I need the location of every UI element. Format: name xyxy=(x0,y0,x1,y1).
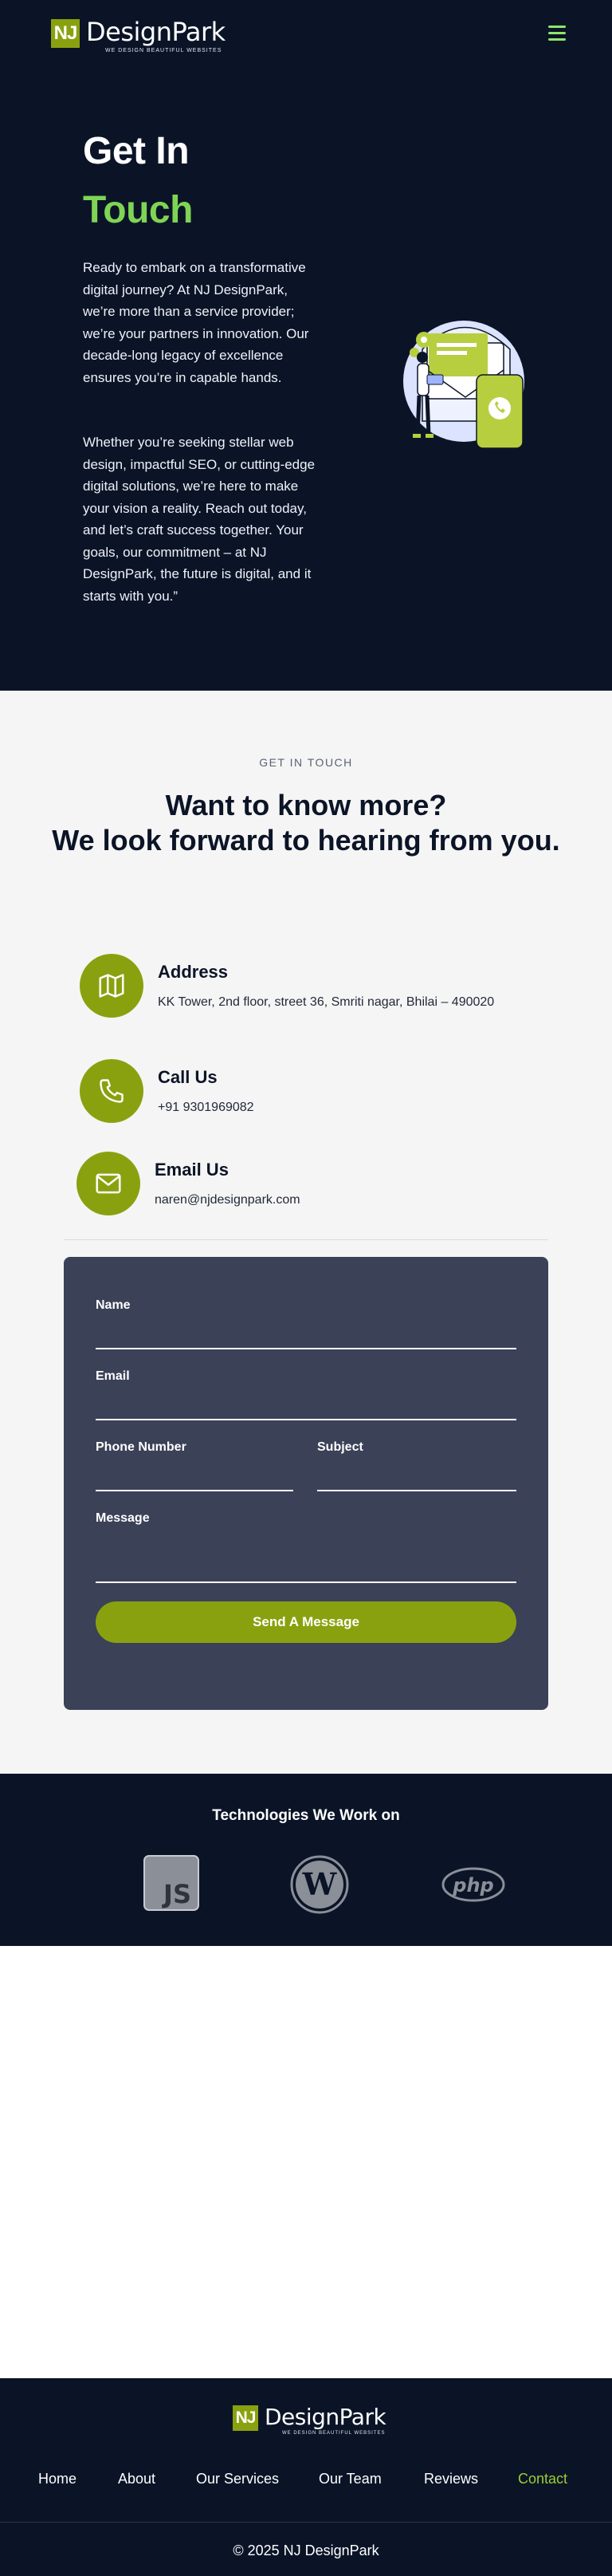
phone-info: Call Us +91 9301969082 xyxy=(80,1059,508,1123)
contact-heading-line2: We look forward to hearing from you. xyxy=(52,824,560,857)
email-label: Email xyxy=(96,1369,130,1383)
contact-section: GET IN TOUCH Want to know more? We look … xyxy=(0,691,612,1774)
hero-title-accent: Touch xyxy=(83,189,193,231)
footer-logo[interactable]: NJ DesignPark WE DESIGN BEAUTIFUL WEBSIT… xyxy=(233,2405,386,2436)
js-icon: JS xyxy=(143,1855,199,1911)
site-logo[interactable]: NJ DesignPark WE DESIGN BEAUTIFUL WEBSIT… xyxy=(51,19,226,54)
address-info: Address KK Tower, 2nd floor, street 36, … xyxy=(80,954,508,1018)
phone-field[interactable]: Phone Number xyxy=(96,1440,293,1491)
footer-nav-about[interactable]: About xyxy=(118,2471,155,2487)
logo-mark: NJ xyxy=(51,19,80,48)
send-message-button[interactable]: Send A Message xyxy=(96,1601,516,1643)
hamburger-menu-icon[interactable] xyxy=(548,26,567,43)
name-label: Name xyxy=(96,1298,131,1312)
email-info: Email Us naren@njdesignpark.com xyxy=(76,1152,505,1215)
logo-tagline: WE DESIGN BEAUTIFUL WEBSITES xyxy=(105,48,222,53)
map-icon xyxy=(80,954,143,1018)
php-icon: php xyxy=(441,1867,505,1902)
svg-text:W: W xyxy=(302,1866,338,1902)
section-eyebrow: GET IN TOUCH xyxy=(259,756,353,769)
phone-icon xyxy=(80,1059,143,1123)
footer-nav-reviews[interactable]: Reviews xyxy=(424,2471,478,2487)
email-link[interactable]: naren@njdesignpark.com xyxy=(155,1190,505,1211)
phone-input[interactable] xyxy=(96,1490,293,1491)
contact-illustration xyxy=(403,321,524,449)
subject-field[interactable]: Subject xyxy=(317,1440,516,1491)
address-title: Address xyxy=(158,962,229,982)
footer-nav-services[interactable]: Our Services xyxy=(196,2471,279,2487)
site-header: NJ DesignPark WE DESIGN BEAUTIFUL WEBSIT… xyxy=(0,0,612,69)
footer-nav-home[interactable]: Home xyxy=(38,2471,76,2487)
mail-icon xyxy=(76,1152,140,1215)
section-divider xyxy=(64,1239,548,1240)
footer-logo-mark: NJ xyxy=(233,2405,258,2431)
copyright: © 2025 NJ DesignPark xyxy=(233,2543,379,2558)
message-field[interactable]: Message xyxy=(96,1511,516,1583)
phone-label: Phone Number xyxy=(96,1440,186,1454)
footer-logo-name: DesignPark xyxy=(265,2404,386,2430)
technologies-title: Technologies We Work on xyxy=(212,1807,400,1824)
technologies-section: Technologies We Work on JS W php xyxy=(0,1774,612,1946)
svg-text:JS: JS xyxy=(162,1879,191,1909)
svg-text:php: php xyxy=(452,1874,493,1897)
footer-nav-contact[interactable]: Contact xyxy=(518,2471,567,2487)
footer-nav-team[interactable]: Our Team xyxy=(319,2471,382,2487)
email-input[interactable] xyxy=(96,1419,516,1420)
footer-logo-tagline: WE DESIGN BEAUTIFUL WEBSITES xyxy=(282,2431,386,2436)
phone-link[interactable]: +91 9301969082 xyxy=(158,1097,508,1118)
contact-form: Name Email Phone Number Subject Message … xyxy=(64,1257,548,1710)
message-textarea[interactable] xyxy=(96,1581,516,1583)
wordpress-icon: W xyxy=(290,1855,349,1914)
subject-label: Subject xyxy=(317,1440,363,1454)
contact-heading: Want to know more? We look forward to he… xyxy=(48,788,564,858)
hero-section: NJ DesignPark WE DESIGN BEAUTIFUL WEBSIT… xyxy=(0,0,612,691)
hero-paragraph-2: Whether you’re seeking stellar web desig… xyxy=(83,435,316,604)
logo-name: DesignPark xyxy=(86,17,226,47)
phone-title: Call Us xyxy=(158,1067,218,1087)
site-footer: NJ DesignPark WE DESIGN BEAUTIFUL WEBSIT… xyxy=(0,2378,612,2576)
hero-title: Get In xyxy=(83,130,190,172)
email-field[interactable]: Email xyxy=(96,1369,516,1420)
name-field[interactable]: Name xyxy=(96,1298,516,1349)
hero-paragraph-1: Ready to embark on a transformative digi… xyxy=(83,260,309,385)
address-text: KK Tower, 2nd floor, street 36, Smriti n… xyxy=(158,995,495,1009)
name-input[interactable] xyxy=(96,1348,516,1349)
subject-input[interactable] xyxy=(317,1490,516,1491)
contact-heading-line1: Want to know more? xyxy=(165,789,447,821)
email-title: Email Us xyxy=(155,1160,229,1180)
message-label: Message xyxy=(96,1511,150,1525)
footer-divider xyxy=(0,2522,612,2523)
